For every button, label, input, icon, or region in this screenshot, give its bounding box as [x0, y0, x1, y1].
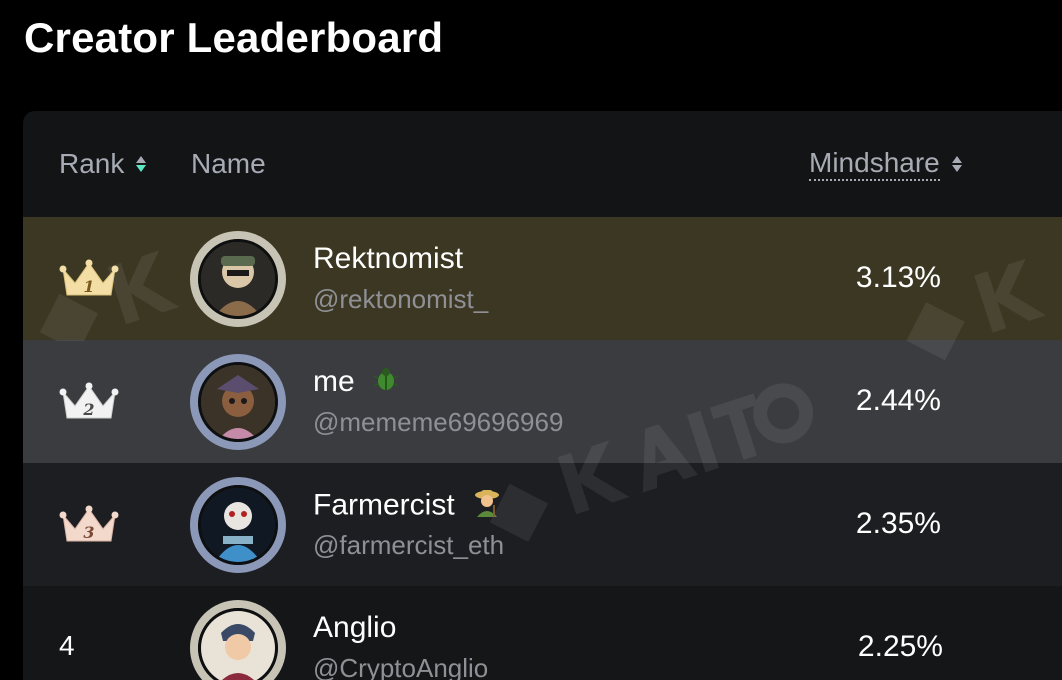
creator-name[interactable]: Farmercist [313, 487, 501, 526]
sort-icon[interactable] [136, 156, 147, 172]
creator-name-label: me [313, 365, 355, 398]
mindshare-value: 2.35% [855, 507, 941, 540]
mindshare-value: 2.44% [855, 384, 941, 417]
svg-text:3: 3 [83, 523, 94, 542]
farmer-emoji-icon [473, 487, 501, 526]
table-row[interactable]: 1 Rektnomist @rektonomist_ 3.13% [23, 217, 1062, 340]
creator-name-label: Farmercist [313, 488, 455, 522]
table-row[interactable]: 4 Anglio @CryptoAnglio 2.25% [23, 586, 1062, 680]
avatar[interactable] [190, 354, 286, 450]
beetle-emoji-icon [373, 365, 399, 401]
mindshare-value: 3.13% [855, 261, 941, 294]
table-row[interactable]: 3 Farmercist @farmercist_eth 2.35% [23, 463, 1062, 586]
crown-bronze-icon: 3 [59, 505, 119, 545]
page-title: Creator Leaderboard [24, 14, 444, 61]
avatar[interactable] [190, 231, 286, 327]
creator-handle[interactable]: @CryptoAnglio [313, 652, 488, 680]
svg-text:1: 1 [83, 277, 94, 296]
avatar[interactable] [190, 477, 286, 573]
column-header-mindshare[interactable]: Mindshare [809, 147, 962, 181]
creator-name[interactable]: me [313, 364, 399, 401]
avatar[interactable] [190, 600, 286, 680]
sort-icon[interactable] [951, 156, 962, 172]
creator-name[interactable]: Anglio [313, 610, 396, 646]
rank-number: 4 [59, 630, 75, 661]
column-header-name: Name [191, 147, 266, 181]
creator-name[interactable]: Rektnomist [313, 241, 463, 277]
mindshare-value: 2.25% [857, 630, 943, 663]
column-header-rank-label: Rank [59, 148, 125, 179]
column-header-mindshare-label[interactable]: Mindshare [809, 147, 940, 181]
creator-handle[interactable]: @mememe69696969 [313, 406, 563, 438]
svg-text:2: 2 [82, 400, 94, 419]
crown-gold-icon: 1 [59, 259, 119, 299]
table-row[interactable]: 2 me @mememe69696969 2.44% [23, 340, 1062, 463]
column-header-rank[interactable]: Rank [59, 147, 147, 181]
table-header: Rank Name Mindshare [23, 111, 1062, 217]
leaderboard-table: Rank Name Mindshare 1 Rektnomist @rekton… [23, 111, 1062, 680]
column-header-name-label: Name [191, 148, 266, 179]
creator-handle[interactable]: @rektonomist_ [313, 283, 488, 315]
creator-handle[interactable]: @farmercist_eth [313, 529, 504, 561]
leaderboard-page: Creator Leaderboard Rank Name Mindshare [0, 0, 1062, 680]
crown-silver-icon: 2 [59, 382, 119, 422]
